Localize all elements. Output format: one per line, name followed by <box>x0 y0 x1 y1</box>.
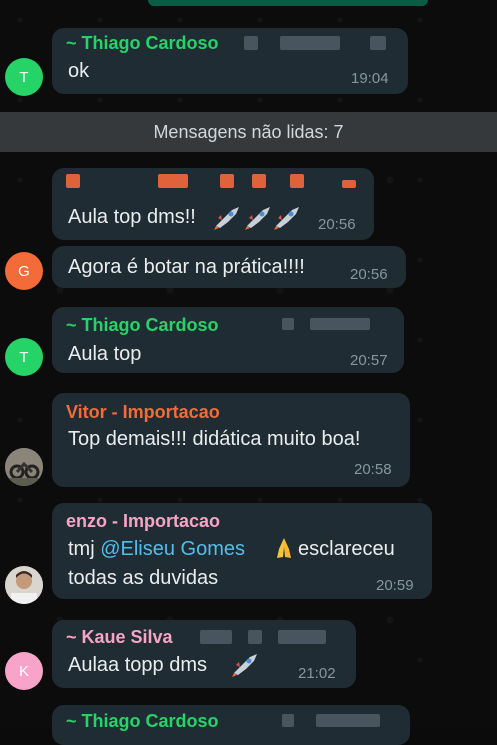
previous-message-bubble-edge <box>148 0 428 6</box>
sender-name[interactable]: ~ Thiago Cardoso <box>66 315 219 336</box>
message-time: 21:02 <box>298 665 336 682</box>
unread-messages-banner: Mensagens não lidas: 7 <box>0 112 497 152</box>
sender-name[interactable]: Vitor - Importacao <box>66 402 220 423</box>
redacted-sender <box>290 174 304 188</box>
redacted-sender <box>220 174 234 188</box>
avatar[interactable]: K <box>5 652 43 690</box>
message-text: esclareceu <box>298 538 395 560</box>
message-text: tmj @Eliseu Gomes <box>68 538 245 561</box>
avatar[interactable] <box>5 566 43 604</box>
redacted-sender <box>252 174 266 188</box>
mention-link[interactable]: @Eliseu Gomes <box>100 538 245 560</box>
avatar[interactable] <box>5 448 43 486</box>
redacted-phone <box>244 36 258 50</box>
message-text: Aula top dms!! <box>68 206 196 228</box>
praying-hands-icon <box>270 535 298 561</box>
message-text: Aula top <box>68 343 142 365</box>
sender-name[interactable]: ~ Thiago Cardoso <box>66 33 219 54</box>
redacted-phone <box>310 318 370 330</box>
redacted-sender <box>66 174 80 188</box>
message-text: Agora é botar na prática!!!! <box>68 256 305 278</box>
redacted-sender <box>342 180 356 188</box>
message-time: 20:58 <box>354 461 392 478</box>
message-time: 20:56 <box>350 266 388 283</box>
rocket-icon <box>272 204 302 230</box>
avatar[interactable]: T <box>5 338 43 376</box>
redacted-phone <box>282 714 294 727</box>
redacted-phone <box>200 630 232 644</box>
redacted-phone <box>316 714 380 727</box>
redacted-sender <box>158 174 188 188</box>
message-time: 20:59 <box>376 577 414 594</box>
redacted-phone <box>370 36 386 50</box>
rocket-icon <box>212 204 242 230</box>
redacted-phone <box>280 36 340 50</box>
sender-name[interactable]: enzo - Importacao <box>66 511 220 532</box>
message-text: Aulaa topp dms <box>68 654 207 676</box>
message-text: Top demais!!! didática muito boa! <box>68 428 361 450</box>
redacted-phone <box>248 630 262 644</box>
message-time: 20:56 <box>318 216 356 233</box>
sender-name[interactable]: ~ Kaue Silva <box>66 627 173 648</box>
message-time: 19:04 <box>351 70 389 87</box>
rocket-icon <box>243 204 273 230</box>
avatar[interactable]: G <box>5 252 43 290</box>
message-time: 20:57 <box>350 352 388 369</box>
sender-name[interactable]: ~ Thiago Cardoso <box>66 711 219 732</box>
redacted-phone <box>278 630 326 644</box>
redacted-phone <box>282 318 294 330</box>
message-text: ok <box>68 60 90 82</box>
message-text-line2: todas as duvidas <box>68 567 219 589</box>
rocket-icon <box>230 651 260 677</box>
message-text-part: tmj <box>68 538 101 560</box>
avatar[interactable]: T <box>5 58 43 96</box>
